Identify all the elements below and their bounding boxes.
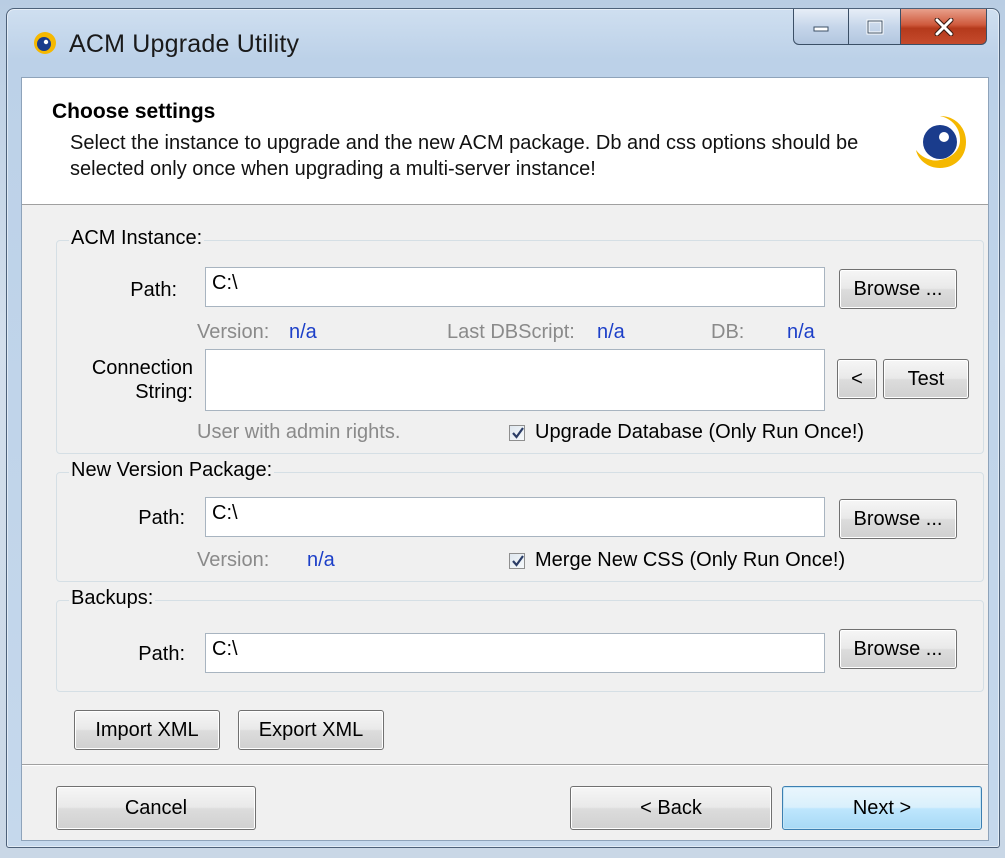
checkmark-icon bbox=[512, 427, 524, 439]
export-xml-button[interactable]: Export XML bbox=[238, 710, 384, 750]
page-title: Choose settings bbox=[52, 100, 216, 123]
acm-version-value: n/a bbox=[289, 321, 317, 343]
connection-back-button[interactable]: < bbox=[837, 359, 877, 399]
connection-string-label-line2: String: bbox=[135, 381, 193, 403]
new-version-path-label: Path: bbox=[138, 507, 185, 529]
upgrade-database-label[interactable]: Upgrade Database (Only Run Once!) bbox=[535, 421, 864, 444]
title-bar[interactable]: ACM Upgrade Utility bbox=[7, 9, 999, 77]
acm-logo-icon bbox=[34, 32, 56, 54]
test-connection-button[interactable]: Test bbox=[883, 359, 969, 399]
minimize-icon bbox=[813, 26, 829, 31]
dialog-window: ACM Upgrade Utility Choose settings Sele… bbox=[6, 8, 1000, 848]
new-version-version-value: n/a bbox=[307, 549, 335, 571]
acm-browse-button[interactable]: Browse ... bbox=[839, 269, 957, 309]
close-icon bbox=[934, 17, 953, 36]
last-dbscript-value: n/a bbox=[597, 321, 625, 343]
acm-path-input[interactable]: C:\ bbox=[205, 267, 825, 307]
backups-browse-button[interactable]: Browse ... bbox=[839, 629, 957, 669]
acm-version-label: Version: bbox=[197, 321, 270, 343]
acm-instance-group: ACM Instance: Path: C:\ Browse ... Versi… bbox=[56, 227, 984, 454]
wizard-header: Choose settings Select the instance to u… bbox=[22, 78, 988, 205]
caption-buttons bbox=[793, 9, 987, 47]
db-label: DB: bbox=[711, 321, 745, 343]
acm-instance-group-label: ACM Instance: bbox=[69, 227, 205, 250]
backups-path-label: Path: bbox=[138, 643, 185, 665]
merge-css-label[interactable]: Merge New CSS (Only Run Once!) bbox=[535, 549, 845, 572]
merge-css-checkbox[interactable] bbox=[509, 553, 525, 569]
footer-separator bbox=[22, 764, 988, 766]
close-button[interactable] bbox=[901, 9, 987, 45]
upgrade-database-checkbox[interactable] bbox=[509, 425, 525, 441]
new-version-browse-button[interactable]: Browse ... bbox=[839, 499, 957, 539]
next-button[interactable]: Next > bbox=[782, 786, 982, 830]
maximize-icon bbox=[866, 19, 883, 34]
new-version-group: New Version Package: Path: C:\ Browse ..… bbox=[56, 459, 984, 582]
page-description: Select the instance to upgrade and the n… bbox=[70, 132, 859, 180]
maximize-button[interactable] bbox=[849, 9, 901, 45]
new-version-group-label: New Version Package: bbox=[69, 459, 275, 482]
checkmark-icon bbox=[512, 555, 524, 567]
acm-path-label: Path: bbox=[130, 279, 177, 301]
backups-path-input[interactable]: C:\ bbox=[205, 633, 825, 673]
backups-group-label: Backups: bbox=[69, 587, 156, 610]
new-version-path-input[interactable]: C:\ bbox=[205, 497, 825, 537]
acm-logo-icon bbox=[916, 116, 966, 168]
import-xml-button[interactable]: Import XML bbox=[74, 710, 220, 750]
db-value: n/a bbox=[787, 321, 815, 343]
last-dbscript-label: Last DBScript: bbox=[447, 321, 575, 343]
backups-group: Backups: Path: C:\ Browse ... bbox=[56, 587, 984, 692]
new-version-version-label: Version: bbox=[197, 549, 270, 571]
back-button[interactable]: < Back bbox=[570, 786, 772, 830]
admin-rights-hint: User with admin rights. bbox=[197, 421, 401, 443]
cancel-button[interactable]: Cancel bbox=[56, 786, 256, 830]
connection-string-input[interactable] bbox=[205, 349, 825, 411]
dialog-client-area: Choose settings Select the instance to u… bbox=[21, 77, 989, 841]
connection-string-label-line1: Connection bbox=[91, 357, 193, 379]
window-title: ACM Upgrade Utility bbox=[69, 30, 300, 58]
minimize-button[interactable] bbox=[793, 9, 849, 45]
